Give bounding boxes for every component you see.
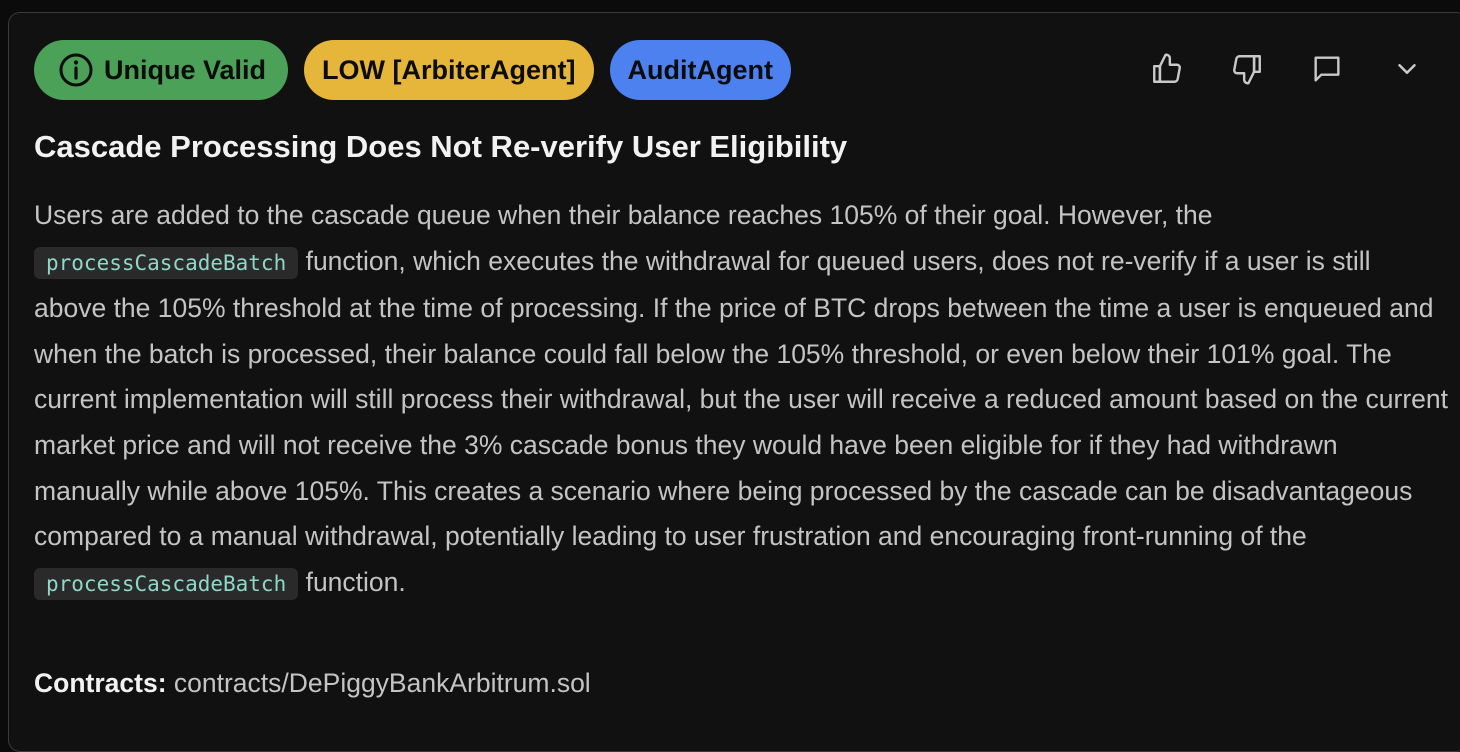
thumbs-up-icon <box>1153 53 1181 83</box>
thumbs-down-button[interactable] <box>1229 51 1265 87</box>
agent-label: AuditAgent <box>627 54 773 85</box>
description-text: function. <box>298 566 406 597</box>
agent-badge: AuditAgent <box>609 40 791 100</box>
action-buttons <box>1149 51 1425 87</box>
finding-title: Cascade Processing Does Not Re-verify Us… <box>34 129 848 164</box>
unique-valid-label: Unique Valid <box>104 54 267 85</box>
thumbs-up-button[interactable] <box>1149 51 1185 87</box>
finding-card: Unique Valid LOW [ArbiterAgent] AuditAge… <box>8 12 1460 752</box>
contracts-line: Contracts: contracts/DePiggyBankArbitrum… <box>34 668 591 699</box>
badge-row: Unique Valid LOW [ArbiterAgent] AuditAge… <box>34 40 791 100</box>
comment-button[interactable] <box>1309 51 1345 87</box>
comment-icon <box>1314 56 1340 82</box>
expand-button[interactable] <box>1389 51 1425 87</box>
inline-code: processCascadeBatch <box>34 567 299 600</box>
finding-description: Users are added to the cascade queue whe… <box>34 193 1449 607</box>
description-text: function, which executes the withdrawal … <box>34 245 1449 552</box>
chevron-down-icon <box>1398 64 1416 74</box>
severity-label: LOW [ArbiterAgent] <box>322 54 576 85</box>
contracts-label: Contracts: <box>34 668 167 698</box>
inline-code: processCascadeBatch <box>34 246 299 279</box>
info-icon <box>58 52 94 88</box>
contracts-value: contracts/DePiggyBankArbitrum.sol <box>173 668 591 698</box>
thumbs-down-icon <box>1233 55 1261 85</box>
unique-valid-badge: Unique Valid <box>34 40 289 100</box>
severity-badge: LOW [ArbiterAgent] <box>304 40 594 100</box>
description-text: Users are added to the cascade queue whe… <box>34 200 1213 230</box>
